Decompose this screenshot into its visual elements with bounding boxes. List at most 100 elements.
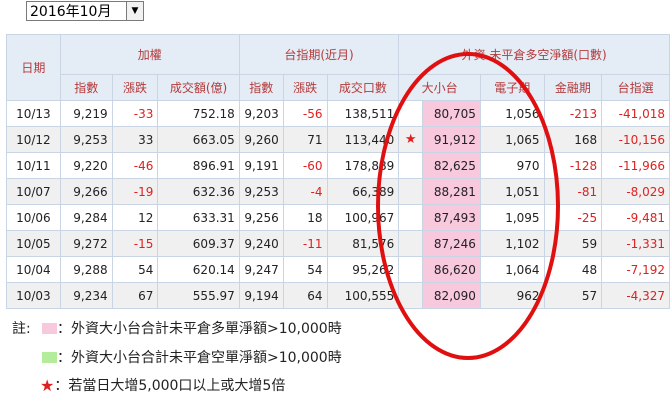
cell-star: ★ xyxy=(398,126,424,153)
cell-futures-index: 9,256 xyxy=(238,204,284,231)
cell-date: 10/03 xyxy=(6,282,61,309)
header-electronic: 電子期 xyxy=(479,74,545,101)
cell-date: 10/11 xyxy=(6,152,61,179)
cell-change: 33 xyxy=(111,126,159,153)
cell-financial: -213 xyxy=(543,100,603,127)
table-row: 10/03 9,234 67 555.97 9,194 64 100,555 82,090 96… xyxy=(6,282,670,309)
cell-options: -10,156 xyxy=(601,126,670,153)
cell-star xyxy=(398,256,424,283)
cell-financial: -81 xyxy=(543,178,603,205)
cell-amount: 752.18 xyxy=(157,100,240,127)
cell-change: -33 xyxy=(111,100,159,127)
cell-futures-change: -60 xyxy=(282,152,328,179)
cell-financial: 48 xyxy=(543,256,603,283)
cell-financial: -25 xyxy=(543,204,603,231)
cell-financial: -128 xyxy=(543,152,603,179)
cell-futures-index: 9,247 xyxy=(238,256,284,283)
cell-date: 10/05 xyxy=(6,230,61,257)
cell-star xyxy=(398,100,424,127)
cell-financial: 168 xyxy=(543,126,603,153)
table-row: 10/13 9,219 -33 752.18 9,203 -56 138,511 80,705… xyxy=(6,100,670,127)
cell-amount: 632.36 xyxy=(157,178,240,205)
cell-change: -19 xyxy=(111,178,159,205)
month-select-value: 2016年10月 xyxy=(30,4,112,20)
cell-star xyxy=(398,230,424,257)
cell-financial: 57 xyxy=(543,282,603,309)
cell-electronic: 1,064 xyxy=(479,256,545,283)
cell-futures-change: 18 xyxy=(282,204,328,231)
pink-swatch-icon xyxy=(42,322,57,334)
cell-change: 12 xyxy=(111,204,159,231)
cell-futures-change: -56 xyxy=(282,100,328,127)
cell-star xyxy=(398,178,424,205)
cell-futures-volume: 100,555 xyxy=(326,282,400,309)
cell-big-small: 80,705 xyxy=(422,100,481,127)
table-row: 10/05 9,272 -15 609.37 9,240 -11 81,576 87,246 1… xyxy=(6,230,670,257)
notes-label: 註: xyxy=(12,321,31,337)
cell-futures-change: -11 xyxy=(282,230,328,257)
cell-date: 10/07 xyxy=(6,178,61,205)
cell-index: 9,253 xyxy=(59,126,113,153)
cell-electronic: 962 xyxy=(479,282,545,309)
cell-futures-volume: 66,389 xyxy=(326,178,400,205)
header-date: 日期 xyxy=(6,34,61,101)
cell-options: -11,966 xyxy=(601,152,670,179)
cell-options: -9,481 xyxy=(601,204,670,231)
header-futures-change: 漲跌 xyxy=(282,74,328,101)
cell-futures-volume: 113,440 xyxy=(326,126,400,153)
cell-big-small: 87,246 xyxy=(422,230,481,257)
futures-table-wrapper: 日期 加權 台指期(近月) 外資 未平倉多空淨額(口數) 指數 漲跌 成交額(億… xyxy=(6,34,670,309)
cell-date: 10/12 xyxy=(6,126,61,153)
cell-futures-index: 9,253 xyxy=(238,178,284,205)
header-options: 台指選 xyxy=(601,74,670,101)
cell-futures-change: 54 xyxy=(282,256,328,283)
cell-index: 9,284 xyxy=(59,204,113,231)
cell-index: 9,266 xyxy=(59,178,113,205)
cell-index: 9,234 xyxy=(59,282,113,309)
futures-table: 日期 加權 台指期(近月) 外資 未平倉多空淨額(口數) 指數 漲跌 成交額(億… xyxy=(6,34,670,309)
header-change: 漲跌 xyxy=(111,74,159,101)
cell-futures-index: 9,194 xyxy=(238,282,284,309)
month-select[interactable]: 2016年10月 ▼ xyxy=(26,1,144,21)
cell-options: -4,327 xyxy=(601,282,670,309)
header-amount: 成交額(億) xyxy=(157,74,240,101)
cell-futures-change: 71 xyxy=(282,126,328,153)
header-big-small: 大小台 xyxy=(398,74,481,101)
cell-options: -41,018 xyxy=(601,100,670,127)
note-text-long: ：外資大小台合計未平倉多單淨額>10,000時 xyxy=(57,321,342,337)
cell-change: 54 xyxy=(111,256,159,283)
cell-options: -1,331 xyxy=(601,230,670,257)
cell-electronic: 1,065 xyxy=(479,126,545,153)
cell-date: 10/04 xyxy=(6,256,61,283)
cell-electronic: 1,056 xyxy=(479,100,545,127)
cell-futures-volume: 100,967 xyxy=(326,204,400,231)
chevron-down-icon[interactable]: ▼ xyxy=(126,2,143,20)
note-row-star: ★ ：若當日大增5,000口以上或大增5倍 xyxy=(40,375,285,395)
header-futures-volume: 成交口數 xyxy=(326,74,400,101)
cell-futures-volume: 138,511 xyxy=(326,100,400,127)
cell-futures-index: 9,191 xyxy=(238,152,284,179)
cell-amount: 896.91 xyxy=(157,152,240,179)
cell-financial: 59 xyxy=(543,230,603,257)
cell-big-small: 82,625 xyxy=(422,152,481,179)
header-financial: 金融期 xyxy=(543,74,603,101)
cell-options: -8,029 xyxy=(601,178,670,205)
cell-star xyxy=(398,282,424,309)
cell-big-small: 91,912 xyxy=(422,126,481,153)
cell-big-small: 88,281 xyxy=(422,178,481,205)
cell-amount: 555.97 xyxy=(157,282,240,309)
table-row: 10/06 9,284 12 633.31 9,256 18 100,967 87,493 1,… xyxy=(6,204,670,231)
header-futures-index: 指數 xyxy=(238,74,284,101)
cell-date: 10/06 xyxy=(6,204,61,231)
table-row: 10/12 9,253 33 663.05 9,260 71 113,440 ★ 91,912 1… xyxy=(6,126,670,153)
cell-index: 9,272 xyxy=(59,230,113,257)
header-group-futures: 台指期(近月) xyxy=(238,34,400,75)
green-swatch-icon xyxy=(42,351,57,363)
header-index: 指數 xyxy=(59,74,113,101)
cell-change: 67 xyxy=(111,282,159,309)
header-group-foreign: 外資 未平倉多空淨額(口數) xyxy=(398,34,670,75)
cell-electronic: 1,051 xyxy=(479,178,545,205)
table-body: 10/13 9,219 -33 752.18 9,203 -56 138,511 80,705… xyxy=(6,100,670,309)
cell-index: 9,219 xyxy=(59,100,113,127)
star-icon: ★ xyxy=(40,375,55,395)
